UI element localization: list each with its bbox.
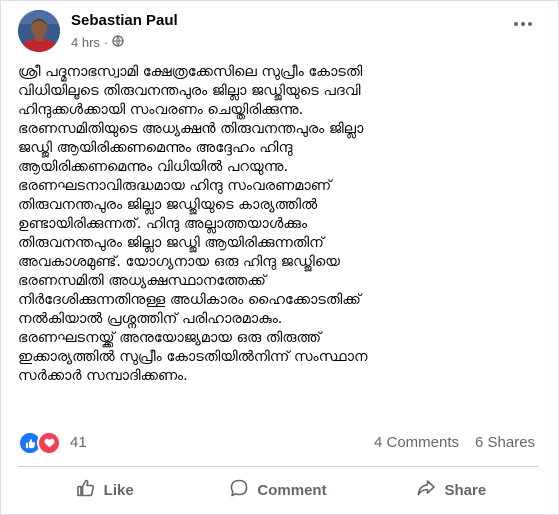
post-body-line: ഉണ്ടായിരിക്കുന്നത്. ഹിന്ദു അല്ലാത്തയാൾക്… <box>18 216 308 232</box>
comment-icon <box>229 478 249 502</box>
meta-separator: · <box>103 34 109 50</box>
comment-button[interactable]: Comment <box>191 471 364 509</box>
post-body-line: ആയിരിക്കണമെന്നും വിധിയിൽ പറയുന്നു. <box>18 159 289 175</box>
post-body-line: ഭരണസമിതിയുടെ അധ്യക്ഷൻ തിരുവനന്തപുരം ജില്… <box>18 121 364 137</box>
post-body-line: സർക്കാർ സമ്പാദിക്കണം. <box>18 368 188 384</box>
comments-count[interactable]: 4 Comments <box>374 434 459 451</box>
like-button[interactable]: Like <box>18 471 191 509</box>
shares-count[interactable]: 6 Shares <box>475 434 535 451</box>
action-divider <box>18 466 538 467</box>
reaction-count[interactable]: 41 <box>70 434 87 451</box>
post-body-line: വിധിയിലൂടെ തിരുവനന്തപുരം ജില്ലാ ജഡ്ജിയുട… <box>18 83 361 99</box>
more-options-icon[interactable] <box>509 14 537 34</box>
post-body-line: നിർദേശിക്കുന്നതിനുള്ള അധികാരം ഹൈക്കോടതിക… <box>18 292 361 308</box>
post-body-line: ഭരണസമിതി അധ്യക്ഷസ്ഥാനത്തേക്ക് <box>18 273 266 289</box>
author-name[interactable]: Sebastian Paul <box>71 12 178 29</box>
reactions-bar: 41 4 Comments 6 Shares <box>18 431 538 455</box>
post-body-line: നൽകിയാൽ പ്രശ്നത്തിന് പരിഹാരമാകും. <box>18 311 283 327</box>
author-avatar[interactable] <box>18 10 60 52</box>
post-card: Sebastian Paul 4 hrs · ശ്രീ പദ്മനാഭസ്വാമ… <box>0 0 559 515</box>
like-icon <box>76 478 96 502</box>
share-label: Share <box>444 481 487 499</box>
post-meta: 4 hrs · <box>71 34 124 50</box>
post-body-line: ഇക്കാര്യത്തിൽ സുപ്രീം കോടതിയിൽനിന്ന് സംസ… <box>18 349 368 365</box>
post-body-text: ശ്രീ പദ്മനാഭസ്വാമി ക്ഷേത്രക്കേസിലെ സുപ്ര… <box>18 63 548 386</box>
post-body-line: ഹിന്ദുക്കൾക്കായി സംവരണം ചെയ്തിരിക്കുന്നു… <box>18 102 304 118</box>
love-reaction-icon <box>37 431 61 455</box>
post-body-line: ശ്രീ പദ്മനാഭസ്വാമി ക്ഷേത്രക്കേസിലെ സുപ്ര… <box>18 64 363 80</box>
comment-label: Comment <box>257 481 327 499</box>
post-body-line: ഭരണഘടനയ്ക്ക് അനുയോജ്യമായ ഒരു തിരുത്ത് <box>18 330 322 346</box>
post-header: Sebastian Paul 4 hrs · <box>18 10 538 54</box>
post-body-line: അവകാശമുണ്ട്. യോഗ്യനായ ഒരു ഹിന്ദു ജഡ്ജിയെ <box>18 254 340 270</box>
post-body-line: ഭരണഘടനാവിരുദ്ധമായ ഹിന്ദു സംവരണമാണ് <box>18 178 332 194</box>
share-button[interactable]: Share <box>365 471 538 509</box>
post-body-line: തിരുവനന്തപുരം ജില്ലാ ജഡ്ജിയുടെ കാര്യത്തി… <box>18 197 318 213</box>
post-body-line: ജഡ്ജി ആയിരിക്കണമെന്നും അദ്ദേഹം ഹിന്ദു <box>18 140 293 156</box>
post-actions: Like Comment Share <box>18 471 538 509</box>
reaction-icons[interactable] <box>18 431 61 455</box>
like-label: Like <box>103 481 134 499</box>
globe-icon <box>112 34 124 50</box>
post-timestamp[interactable]: 4 hrs <box>71 35 100 50</box>
share-icon <box>416 478 436 502</box>
post-body-line: തിരുവനന്തപുരം ജില്ലാ ജഡ്ജി ആയിരിക്കുന്നത… <box>18 235 324 251</box>
